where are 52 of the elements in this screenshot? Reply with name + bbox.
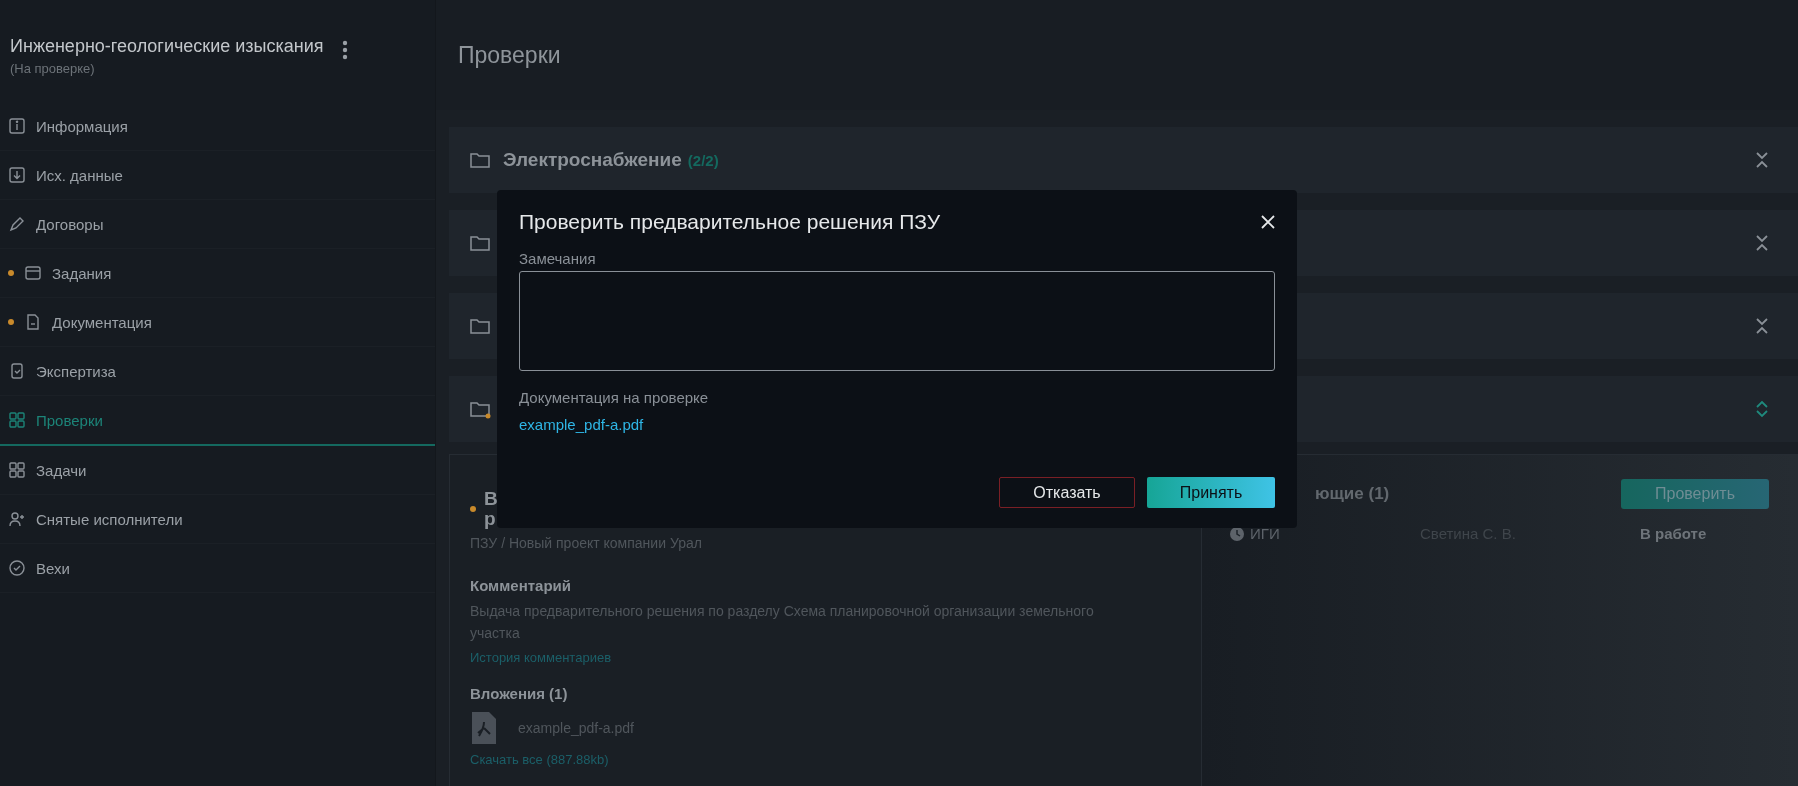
check-circle-icon: [8, 559, 26, 577]
sidebar-item[interactable]: Вехи: [0, 544, 435, 593]
more-options-icon[interactable]: [341, 40, 348, 60]
reviewer-group: ИГИ: [1250, 525, 1280, 542]
sidebar-item[interactable]: Снятые исполнители: [0, 495, 435, 544]
reviewers-heading: ющие (1): [1315, 484, 1390, 504]
sidebar-item[interactable]: Документация: [0, 298, 435, 347]
group-row[interactable]: Электроснабжение (2/2): [449, 127, 1798, 193]
grid-icon: [8, 461, 26, 479]
document-link[interactable]: example_pdf-a.pdf: [519, 416, 1275, 433]
folder-icon: [469, 150, 491, 170]
comment-label: Комментарий: [470, 577, 572, 594]
clipboard-icon: [8, 362, 26, 380]
review-status: В работе: [1640, 525, 1707, 542]
sidebar-item[interactable]: Исх. данные: [0, 151, 435, 200]
collapse-chevrons-icon[interactable]: [1754, 151, 1770, 169]
sidebar-item[interactable]: Задания: [0, 249, 435, 298]
pen-icon: [8, 215, 26, 233]
document-icon: [24, 313, 42, 331]
sidebar-item[interactable]: Проверки: [0, 396, 435, 446]
check-title: р: [484, 509, 497, 529]
sidebar-item[interactable]: Задачи: [0, 446, 435, 495]
remarks-field[interactable]: [519, 271, 1275, 371]
close-icon[interactable]: [1261, 215, 1275, 229]
project-title: Инженерно-геологические изыскания: [10, 36, 324, 57]
folder-icon: [469, 233, 491, 253]
clock-icon: [1230, 526, 1244, 541]
remarks-label: Замечания: [519, 250, 597, 267]
folder-icon: [469, 399, 491, 419]
check-title: В: [484, 489, 498, 509]
folder-icon: [469, 316, 491, 336]
dialog-title: Проверить предварительное решения ПЗУ: [519, 210, 941, 234]
accept-button[interactable]: Принять: [1147, 477, 1275, 508]
download-icon: [8, 166, 26, 184]
group-count: (2/2): [687, 151, 719, 169]
expand-chevrons-icon[interactable]: [1754, 400, 1770, 418]
collapse-chevrons-icon[interactable]: [1754, 234, 1770, 252]
attachments-label: Вложения (1): [470, 685, 569, 702]
reject-button[interactable]: Отказать: [999, 477, 1135, 508]
person-add-icon: [8, 510, 26, 528]
grid-icon: [8, 411, 26, 429]
collapse-chevrons-icon[interactable]: [1754, 317, 1770, 335]
status-dot: [470, 506, 476, 512]
project-status: (На проверке): [10, 61, 96, 76]
sidebar-item[interactable]: Информация: [0, 102, 435, 151]
window-icon: [24, 264, 42, 282]
sidebar-item[interactable]: Договоры: [0, 200, 435, 249]
sidebar-item[interactable]: Экспертиза: [0, 347, 435, 396]
pdf-file-icon: [470, 710, 498, 746]
info-icon: [8, 117, 26, 135]
docs-label: Документация на проверке: [519, 389, 710, 406]
group-title: Электроснабжение: [503, 149, 682, 171]
